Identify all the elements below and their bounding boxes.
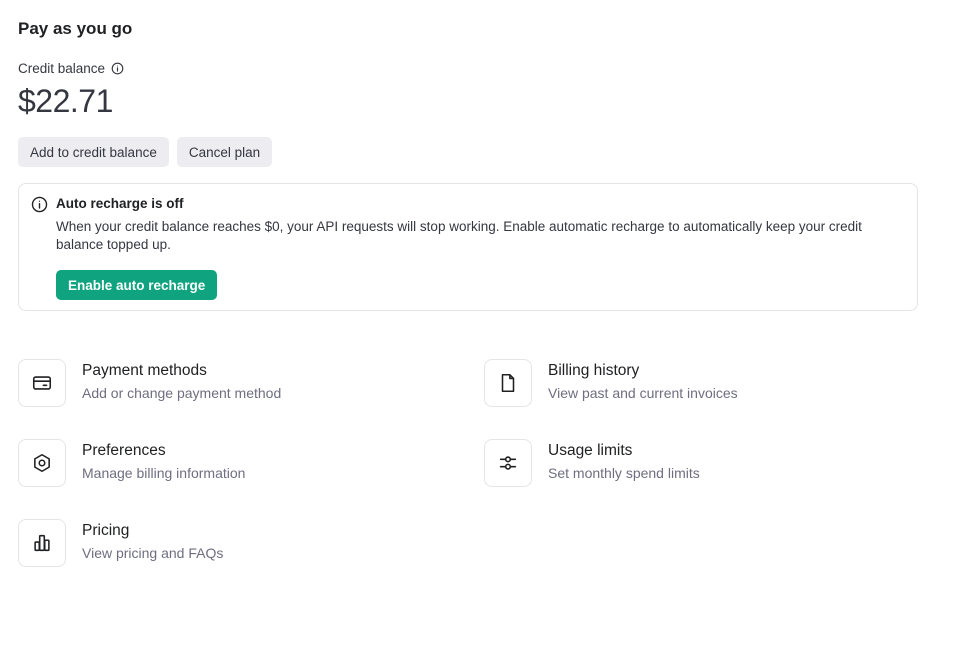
billing-history-description: View past and current invoices: [548, 385, 738, 401]
usage-limits-description: Set monthly spend limits: [548, 465, 700, 481]
pricing-text: Pricing View pricing and FAQs: [82, 519, 223, 563]
billing-history-title: Billing history: [548, 362, 640, 379]
document-icon: [484, 359, 532, 407]
preferences-title: Preferences: [82, 442, 166, 459]
bar-chart-icon: [18, 519, 66, 567]
pricing-link[interactable]: Pricing View pricing and FAQs: [18, 519, 223, 567]
usage-limits-text: Usage limits Set monthly spend limits: [548, 439, 700, 483]
credit-card-icon: [18, 359, 66, 407]
billing-overview-page: Pay as you go Credit balance $22.71 Add …: [0, 0, 976, 667]
usage-limits-title: Usage limits: [548, 442, 633, 459]
balance-actions: Add to credit balance Cancel plan: [18, 137, 273, 167]
usage-limits-link[interactable]: Usage limits Set monthly spend limits: [484, 439, 700, 487]
payment-methods-description: Add or change payment method: [82, 385, 282, 401]
gear-icon: [18, 439, 66, 487]
auto-recharge-description: When your credit balance reaches $0, you…: [56, 219, 862, 252]
credit-balance-amount: $22.71: [18, 83, 113, 119]
preferences-description: Manage billing information: [82, 465, 246, 481]
preferences-link[interactable]: Preferences Manage billing information: [18, 439, 245, 487]
payment-methods-text: Payment methods Add or change payment me…: [82, 359, 281, 403]
info-icon[interactable]: [111, 62, 124, 75]
add-to-credit-balance-button[interactable]: Add to credit balance: [18, 137, 169, 167]
preferences-text: Preferences Manage billing information: [82, 439, 245, 483]
payment-methods-title: Payment methods: [82, 362, 207, 379]
cancel-plan-button[interactable]: Cancel plan: [176, 137, 273, 167]
billing-history-text: Billing history View past and current in…: [548, 359, 738, 403]
auto-recharge-title: Auto recharge is off: [56, 196, 184, 211]
sliders-icon: [484, 439, 532, 487]
payment-methods-link[interactable]: Payment methods Add or change payment me…: [18, 359, 281, 407]
auto-recharge-notice: Auto recharge is off When your credit ba…: [18, 183, 918, 311]
plan-title: Pay as you go: [18, 19, 133, 38]
pricing-title: Pricing: [82, 522, 130, 539]
credit-balance-label-row: Credit balance: [18, 61, 124, 76]
billing-history-link[interactable]: Billing history View past and current in…: [484, 359, 738, 407]
enable-auto-recharge-button[interactable]: Enable auto recharge: [56, 270, 218, 300]
credit-balance-label: Credit balance: [18, 61, 106, 76]
info-icon: [31, 196, 48, 218]
pricing-description: View pricing and FAQs: [82, 545, 224, 561]
